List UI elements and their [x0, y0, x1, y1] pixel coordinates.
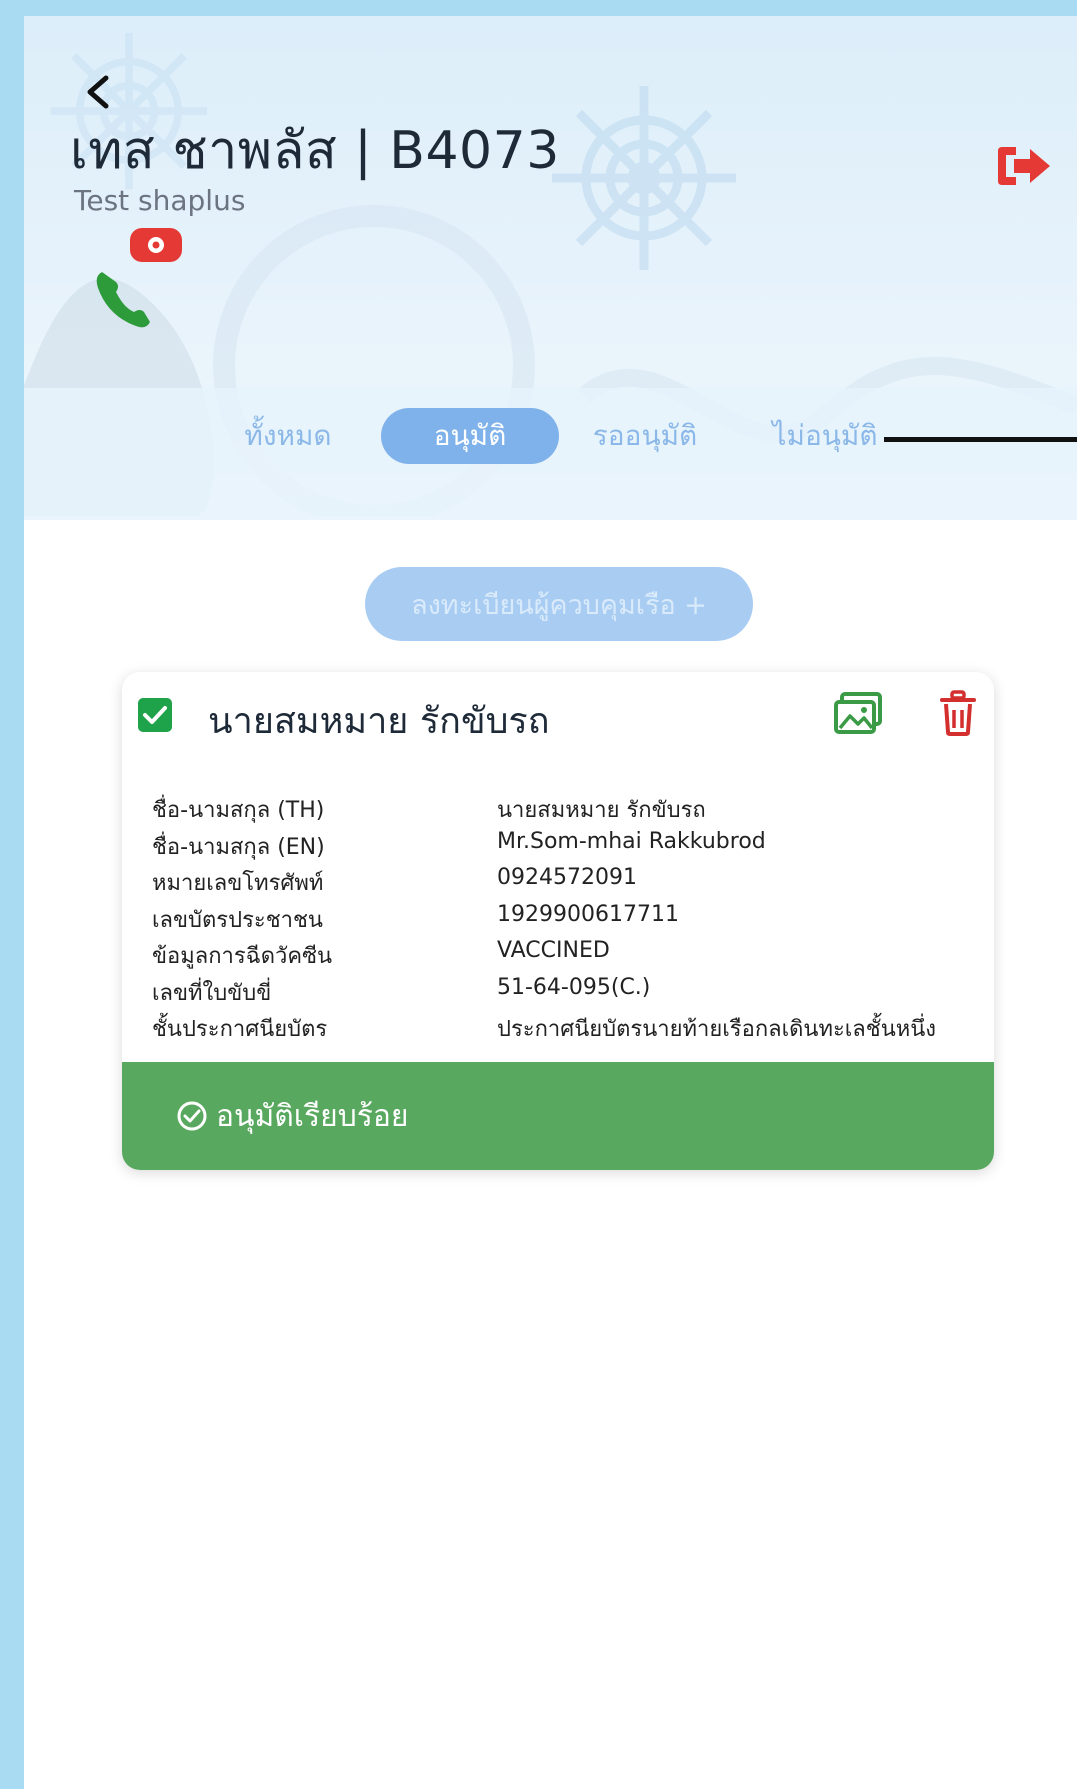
detail-value: ประกาศนียบัตรนายท้ายเรือกลเดินทะเลชั้นหน… — [497, 1017, 937, 1042]
delete-button[interactable] — [940, 690, 980, 740]
app-frame-top — [0, 0, 1077, 16]
register-captain-button[interactable]: ลงทะเบียนผู้ควบคุมเรือ + — [365, 567, 753, 641]
tab-all[interactable]: ทั้งหมด — [228, 408, 348, 464]
chevron-left-icon — [87, 75, 109, 109]
logout-button[interactable] — [984, 134, 1064, 198]
annotation-pointer-line — [884, 437, 1077, 442]
detail-label: หมายเลขโทรศัพท์ — [152, 871, 324, 896]
detail-value: นายสมหมาย รักขับรถ — [497, 798, 706, 823]
checkbox-checked-icon — [143, 706, 167, 724]
image-icon — [834, 692, 882, 734]
detail-value: 51-64-095(C.) — [497, 974, 651, 1000]
view-image-button[interactable] — [834, 692, 884, 740]
status-banner: อนุมัติเรียบร้อย — [122, 1062, 994, 1170]
status-text: อนุมัติเรียบร้อย — [216, 1098, 409, 1134]
emergency-call-icon — [96, 228, 182, 328]
detail-label: ชื่อ-นามสกุล (EN) — [152, 834, 325, 860]
trash-icon — [940, 690, 976, 736]
detail-label: ชั้นประกาศนียบัตร — [152, 1017, 328, 1042]
card-title: นายสมหมาย รักขับรถ — [208, 701, 550, 742]
checkbox[interactable] — [138, 698, 172, 732]
logout-icon — [998, 147, 1050, 185]
detail-label: ข้อมูลการฉีดวัคซีน — [152, 944, 333, 969]
page-subtitle: Test shaplus — [74, 184, 246, 217]
tab-approved[interactable]: อนุมัติ — [381, 408, 559, 464]
detail-value: 0924572091 — [497, 865, 637, 890]
detail-value: VACCINED — [497, 938, 610, 963]
app-frame-left — [0, 0, 24, 1789]
detail-label: เลขบัตรประชาชน — [152, 907, 323, 933]
detail-label: เลขที่ใบขับขี่ — [152, 980, 272, 1006]
tab-rejected[interactable]: ไม่อนุมัติ — [760, 408, 890, 464]
detail-label: ชื่อ-นามสกุล (TH) — [152, 798, 325, 823]
captain-card: นายสมหมาย รักขับรถ ชื่อ-นามสกุล (TH) นาย… — [122, 672, 994, 1170]
page-title: เทส ชาพลัส | B4073 — [70, 121, 560, 181]
detail-value: Mr.Som-mhai Rakkubrod — [497, 828, 766, 854]
detail-value: 1929900617711 — [497, 901, 679, 927]
emergency-call-button[interactable] — [84, 224, 194, 334]
check-circle-icon — [177, 1101, 207, 1131]
tab-pending[interactable]: รออนุมัติ — [585, 408, 705, 464]
